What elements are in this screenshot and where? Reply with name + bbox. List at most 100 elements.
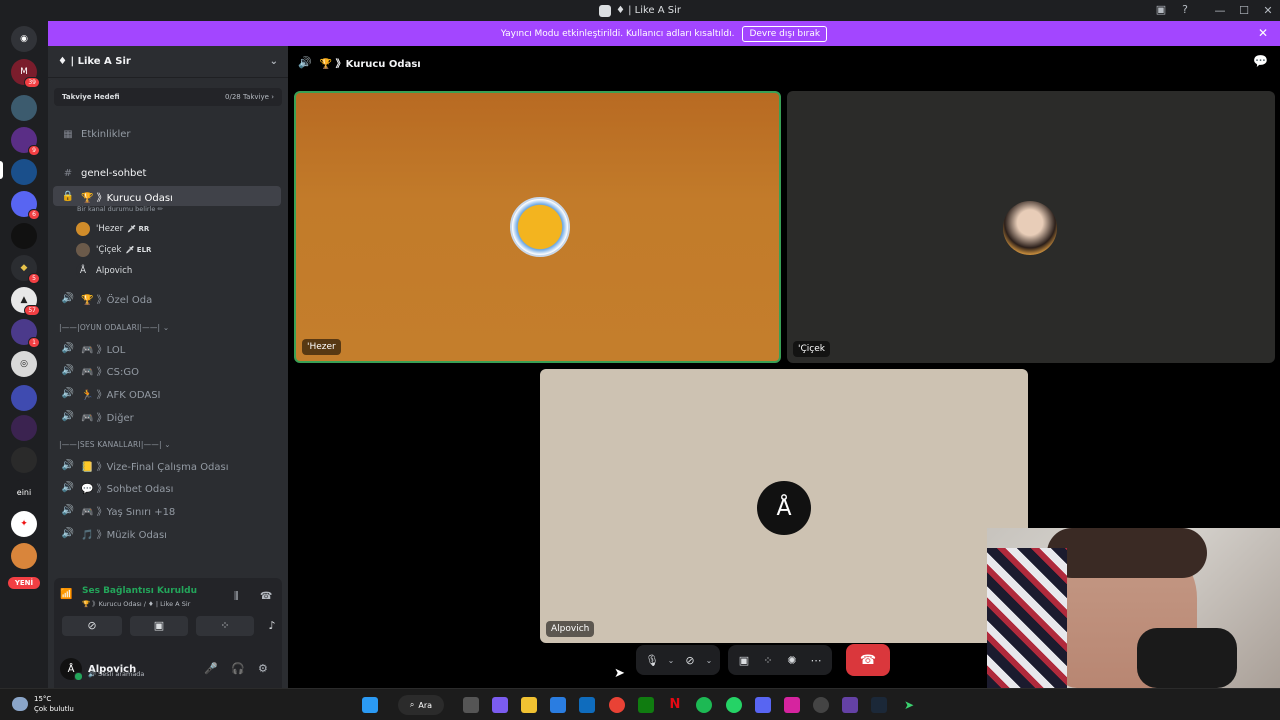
- voice-channel-path[interactable]: 🏆 》Kurucu Odası / ♦ | Like A Sir: [82, 598, 190, 608]
- server-icon[interactable]: [11, 385, 37, 411]
- netflix-icon[interactable]: N: [667, 697, 683, 713]
- steam-icon[interactable]: [871, 697, 887, 713]
- voice-user-hezer[interactable]: 'Hezer 🗡 RR: [76, 219, 149, 239]
- server-icon[interactable]: ✦: [11, 511, 37, 537]
- server-icon[interactable]: eini: [11, 479, 37, 505]
- server-icon[interactable]: ▲ 57: [11, 287, 40, 316]
- weather-widget[interactable]: 15°C Çok bulutlu: [12, 694, 74, 714]
- boost-goal[interactable]: Takviye Hedefi 0/28 Takviye ›: [54, 88, 282, 106]
- app-icon[interactable]: [842, 697, 858, 713]
- events-item[interactable]: ▦ Etkinlikler: [53, 124, 281, 144]
- channel-label: 🏆 》Kurucu Odası: [81, 192, 173, 204]
- chevron-down-icon[interactable]: ⌄: [664, 656, 678, 665]
- participant-tile-hezer[interactable]: 'Hezer: [294, 91, 781, 363]
- taskbar-search[interactable]: ⌕ Ara: [398, 695, 444, 715]
- channel-sohbet-odasi[interactable]: 🔊 💬 》Sohbet Odası: [53, 477, 281, 497]
- close-window-button[interactable]: ✕: [1256, 0, 1280, 21]
- server-icon[interactable]: [11, 415, 37, 441]
- soundboard-button[interactable]: ♪: [262, 616, 282, 636]
- server-icon[interactable]: M 39: [11, 59, 40, 88]
- selected-pill: [0, 161, 3, 179]
- copilot-icon[interactable]: [492, 697, 508, 713]
- xbox-icon[interactable]: [638, 697, 654, 713]
- channel-vize-final[interactable]: 🔊 📒 》Vize-Final Çalışma Odası: [53, 455, 281, 475]
- participant-tile-cicek[interactable]: 'Çiçek: [787, 91, 1275, 363]
- server-icon[interactable]: 6: [11, 191, 40, 220]
- server-icon[interactable]: [11, 159, 37, 185]
- weather-temp: 15°C: [34, 695, 52, 703]
- more-options-icon[interactable]: ⋯: [804, 654, 828, 667]
- gear-icon[interactable]: ⚙: [258, 662, 268, 675]
- headphones-icon[interactable]: 🎧: [231, 662, 245, 675]
- call-controls: 🎙 ⌄ ⊘ ⌄ ▣ ⁘ ✺ ⋯ ☎: [636, 643, 922, 677]
- close-icon[interactable]: ✕: [1258, 26, 1268, 40]
- guild-header[interactable]: ♦ | Like A Sir ⌄: [48, 46, 288, 78]
- participant-tile-alpovich[interactable]: Å Alpovich: [540, 369, 1028, 643]
- maximize-button[interactable]: ☐: [1232, 0, 1256, 21]
- server-icon[interactable]: [11, 447, 37, 473]
- category-ses-kanallari[interactable]: |——|SES KANALLARI|——| ⌄: [59, 440, 171, 449]
- outlook-icon[interactable]: [579, 697, 595, 713]
- soundboard-icon[interactable]: ✺: [780, 654, 804, 667]
- channel-label: 📒 》Vize-Final Çalışma Odası: [81, 461, 229, 473]
- participant-avatar: Å: [757, 481, 811, 535]
- channel-afk[interactable]: 🔊 🏃 》AFK ODASI: [53, 383, 281, 403]
- app-icon[interactable]: ➤: [901, 697, 917, 713]
- chevron-down-icon[interactable]: ⌄: [702, 656, 716, 665]
- noise-suppression-icon[interactable]: ⫼: [234, 591, 239, 602]
- discord-home-icon[interactable]: ◉: [11, 26, 37, 52]
- mail-icon[interactable]: [550, 697, 566, 713]
- server-icon[interactable]: [11, 543, 37, 569]
- chat-bubble-icon[interactable]: 💬: [1253, 54, 1268, 68]
- events-label: Etkinlikler: [81, 128, 131, 140]
- channel-yas-siniri[interactable]: 🔊 🎮 》Yaş Sınırı +18: [53, 500, 281, 520]
- whatsapp-icon[interactable]: [726, 697, 742, 713]
- server-icon[interactable]: 1: [11, 319, 40, 348]
- instagram-icon[interactable]: [784, 697, 800, 713]
- server-icon[interactable]: [11, 223, 37, 249]
- channel-lol[interactable]: 🔊 🎮 》LOL: [53, 338, 281, 358]
- disable-streamer-mode-button[interactable]: Devre dışı bırak: [742, 25, 828, 42]
- server-icon[interactable]: [11, 95, 37, 121]
- microphone-icon[interactable]: 🎤: [204, 662, 218, 675]
- camera-off-button[interactable]: ⊘: [62, 616, 122, 636]
- activities-button[interactable]: ⁘: [196, 616, 254, 636]
- camera-off-icon[interactable]: ⊘: [678, 654, 702, 667]
- avatar[interactable]: Å: [60, 658, 83, 681]
- channel-csgo[interactable]: 🔊 🎮 》CS:GO: [53, 360, 281, 380]
- channel-ozel-oda[interactable]: 🔊 🏆 》Özel Oda: [53, 288, 281, 308]
- app-icon[interactable]: [813, 697, 829, 713]
- chrome-icon[interactable]: [609, 697, 625, 713]
- inbox-icon[interactable]: ▣: [1156, 3, 1166, 16]
- chevron-down-icon[interactable]: ⌄: [270, 56, 278, 67]
- channel-kurucu-odasi[interactable]: 🔒 🏆 》Kurucu Odası: [53, 186, 281, 206]
- voice-user-cicek[interactable]: 'Çiçek 🗡 ELR: [76, 240, 151, 260]
- channel-genel-sohbet[interactable]: # genel-sohbet: [53, 163, 281, 183]
- speaker-icon: 🔊: [61, 387, 75, 399]
- end-call-button[interactable]: ☎: [846, 644, 890, 676]
- task-view-icon[interactable]: [463, 697, 479, 713]
- channel-muzik-odasi[interactable]: 🔊 🎵 》Müzik Odası: [53, 523, 281, 543]
- minimize-button[interactable]: —: [1208, 0, 1232, 21]
- discord-icon[interactable]: [755, 697, 771, 713]
- server-icon[interactable]: ◎: [11, 351, 37, 377]
- channel-status-hint[interactable]: Bir kanal durumu belirle ✏: [77, 205, 163, 213]
- diamond-server-icon[interactable]: ◆ 5: [11, 255, 40, 284]
- boost-value: 0/28 Takviye ›: [225, 93, 274, 101]
- file-explorer-icon[interactable]: [521, 697, 537, 713]
- channel-diger[interactable]: 🔊 🎮 》Diğer: [53, 406, 281, 426]
- windows-start-icon[interactable]: [362, 697, 378, 713]
- activities-icon[interactable]: ⁘: [756, 654, 780, 667]
- windows-taskbar: 15°C Çok bulutlu ⌕ Ara N ➤: [0, 688, 1280, 720]
- share-screen-icon[interactable]: ▣: [732, 654, 756, 667]
- microphone-icon[interactable]: 🎙: [640, 654, 664, 667]
- voice-user-tag: 🗡 RR: [127, 225, 150, 233]
- disconnect-icon[interactable]: ☎: [260, 591, 272, 602]
- share-screen-button[interactable]: ▣: [130, 616, 188, 636]
- server-icon[interactable]: 9: [11, 127, 40, 156]
- spotify-icon[interactable]: [696, 697, 712, 713]
- voice-status[interactable]: Ses Bağlantısı Kuruldu: [82, 586, 197, 596]
- voice-user-alpovich[interactable]: Å Alpovich: [76, 261, 132, 281]
- category-oyun-odalari[interactable]: |——|OYUN ODALARI|——| ⌄: [59, 323, 169, 332]
- help-icon[interactable]: ?: [1182, 3, 1188, 16]
